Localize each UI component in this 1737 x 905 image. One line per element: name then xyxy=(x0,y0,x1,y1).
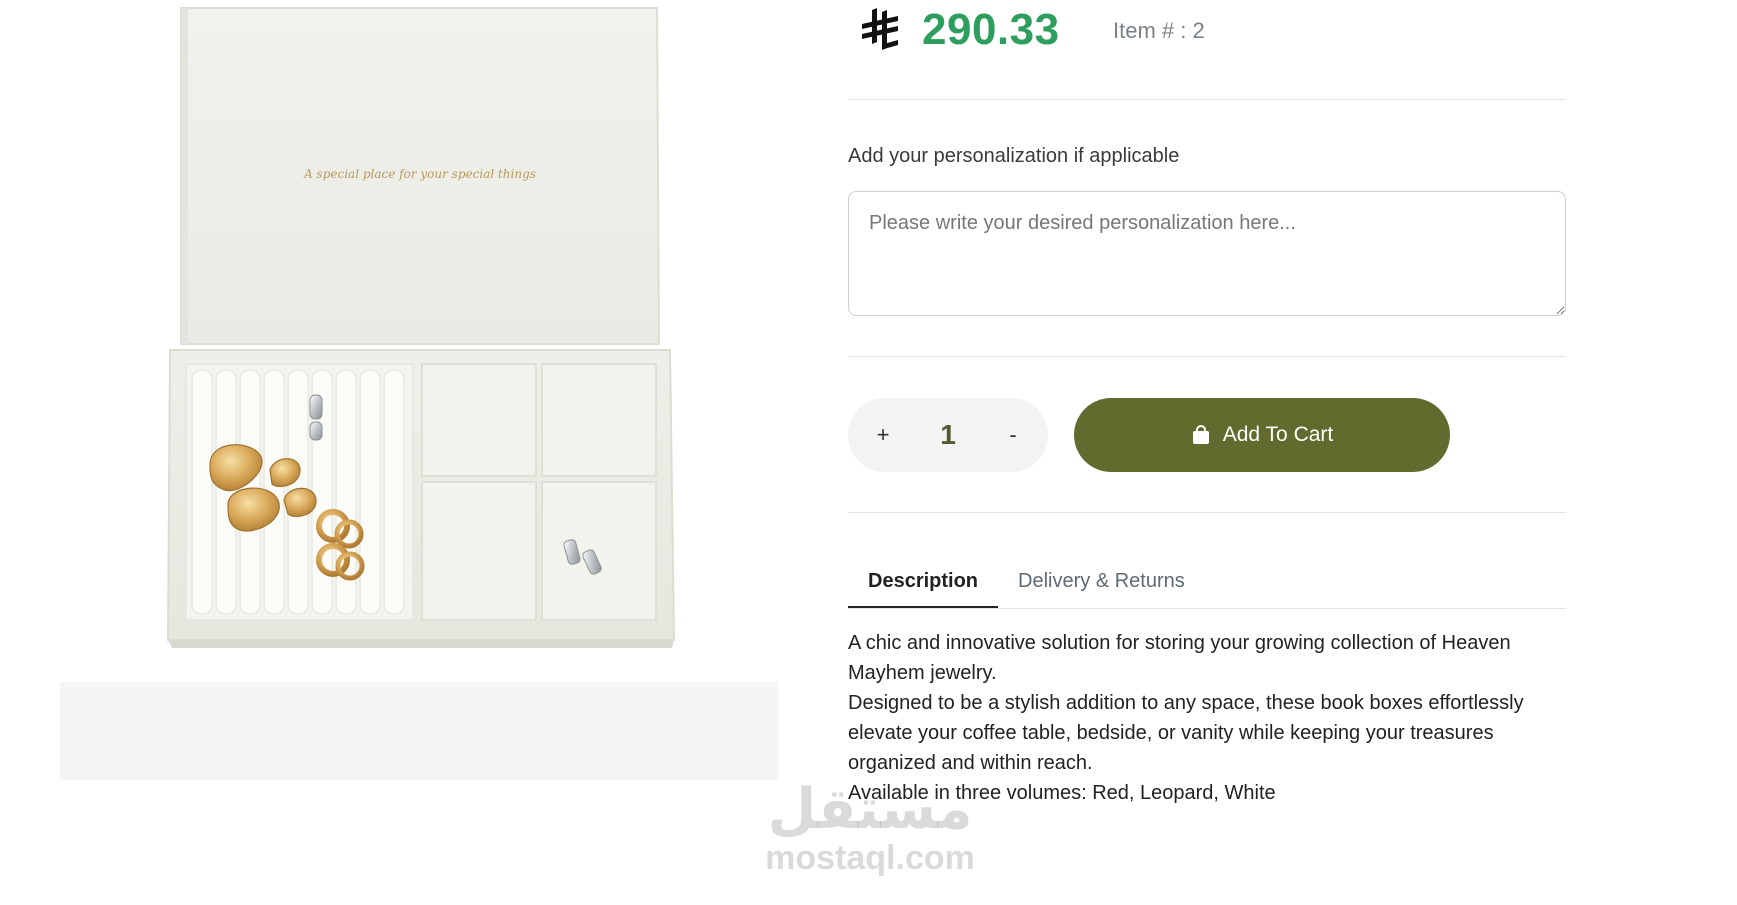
watermark-latin: mostaql.com xyxy=(765,839,975,877)
jewelry-box-illustration: A special place for your special things xyxy=(166,7,676,648)
description-paragraph: Designed to be a stylish addition to any… xyxy=(848,692,1524,774)
thumbnail-strip xyxy=(60,682,778,780)
product-gallery: A special place for your special things xyxy=(60,0,778,780)
description-paragraph: A chic and innovative solution for stori… xyxy=(848,632,1511,684)
add-to-cart-button[interactable]: Add To Cart xyxy=(1074,398,1450,472)
divider xyxy=(848,99,1566,100)
quantity-stepper: + 1 - xyxy=(848,398,1048,472)
product-price: 290.33 xyxy=(922,5,1060,54)
divider xyxy=(848,356,1566,357)
tab-description[interactable]: Description xyxy=(848,560,999,608)
product-page: A special place for your special things xyxy=(0,0,1737,905)
product-description: A chic and innovative solution for stori… xyxy=(848,628,1548,808)
saudi-riyal-icon xyxy=(862,8,898,50)
decrement-button[interactable]: - xyxy=(998,420,1028,450)
product-tabs: Description Delivery & Returns xyxy=(848,560,1566,609)
item-number: Item # : 2 xyxy=(1113,18,1205,43)
increment-button[interactable]: + xyxy=(868,420,898,450)
price-row: 290.33 xyxy=(860,0,1060,60)
quantity-value: 1 xyxy=(940,419,956,450)
personalization-input[interactable] xyxy=(848,191,1566,316)
lid-inscription: A special place for your special things xyxy=(303,167,536,181)
shopping-bag-icon xyxy=(1192,425,1209,444)
tab-delivery-returns[interactable]: Delivery & Returns xyxy=(998,560,1205,608)
divider xyxy=(848,512,1566,513)
add-to-cart-label: Add To Cart xyxy=(1222,423,1334,446)
product-image[interactable]: A special place for your special things xyxy=(60,0,778,680)
description-paragraph: Available in three volumes: Red, Leopard… xyxy=(848,782,1276,804)
personalization-label: Add your personalization if applicable xyxy=(848,145,1180,167)
